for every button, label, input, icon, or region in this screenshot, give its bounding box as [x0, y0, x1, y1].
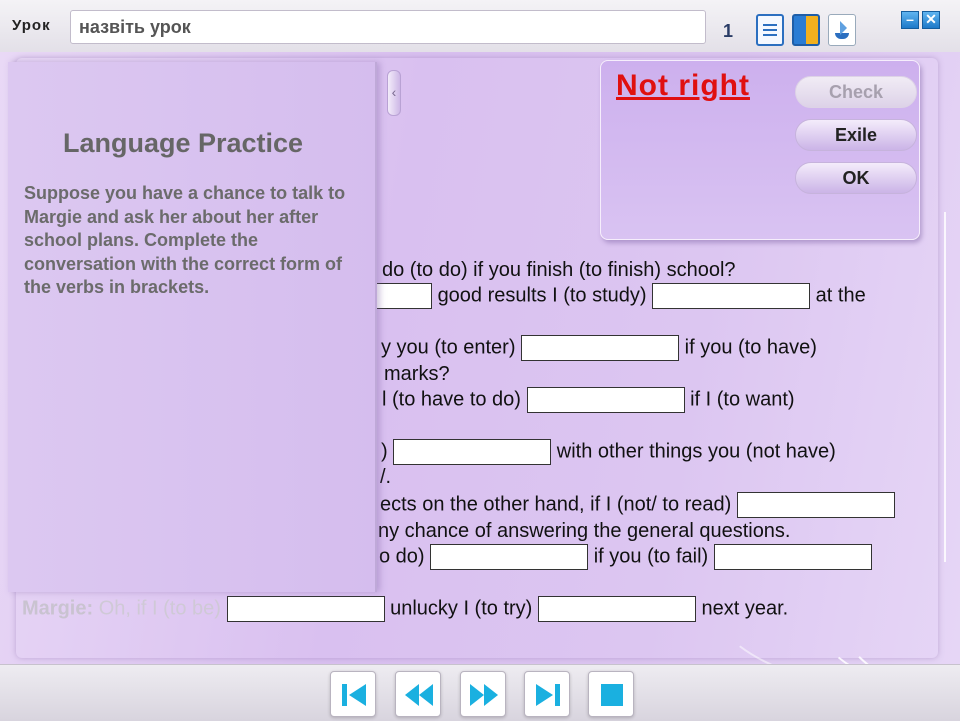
answer-blank[interactable] — [713, 544, 872, 570]
lesson-title-input[interactable] — [70, 10, 706, 44]
decorative-line — [944, 212, 946, 562]
exercise-text: y you (to enter) — [381, 336, 516, 359]
exercise-text: with other things you (not have) — [556, 440, 836, 463]
collapse-panel-handle[interactable]: ‹ — [387, 70, 401, 116]
previous-icon — [405, 684, 433, 706]
panel-title: Language Practice — [62, 128, 304, 158]
top-bar: Урок 1 – ✕ — [0, 0, 960, 53]
exercise-text: good results I (to study) — [437, 284, 647, 307]
info-panel: Language Practice Suppose you have a cha… — [8, 62, 377, 592]
page-number: 1 — [723, 21, 734, 41]
exercise-line: l (to have to do) if I (to want) — [382, 387, 795, 413]
check-panel: Not right Check Exile OK — [600, 60, 920, 240]
first-icon — [342, 684, 366, 706]
answer-blank[interactable] — [537, 596, 696, 622]
exercise-line: o do) if you (to fail) — [379, 544, 872, 570]
result-message: Not right — [616, 69, 750, 102]
exercise-text: marks? — [384, 363, 450, 385]
navigation-bar — [0, 664, 960, 721]
stop-button[interactable] — [588, 671, 634, 717]
answer-blank[interactable] — [393, 439, 552, 465]
previous-slide-button[interactable] — [395, 671, 441, 717]
exercise-text: if I (to want) — [690, 388, 795, 411]
next-icon — [470, 684, 498, 706]
exercise-text: Oh, if I (to be) — [98, 597, 221, 620]
ok-button[interactable]: OK — [795, 162, 917, 194]
answer-blank[interactable] — [430, 544, 589, 570]
exercise-text: ny chance of answering the general quest… — [378, 520, 791, 542]
document-icon[interactable] — [756, 14, 784, 46]
answer-blank[interactable] — [652, 283, 811, 309]
answer-blank[interactable] — [226, 596, 385, 622]
answer-blank[interactable] — [526, 387, 685, 413]
minimize-button[interactable]: – — [901, 11, 919, 29]
exile-button[interactable]: Exile — [795, 119, 917, 151]
exercise-line: /. — [380, 465, 391, 489]
first-slide-button[interactable] — [330, 671, 376, 717]
lesson-label: Урок — [12, 17, 51, 34]
exercise-text: o do) — [379, 545, 425, 568]
exercise-text: do (to do) if you finish (to finish) sch… — [382, 259, 736, 281]
exercise-line: marks? — [384, 362, 450, 386]
exercise-text: at the — [815, 284, 866, 307]
close-button[interactable]: ✕ — [922, 11, 940, 29]
exercise-line: ) with other things you (not have) — [381, 439, 836, 465]
exercise-text: if you (to fail) — [593, 545, 709, 568]
ship-icon[interactable] — [828, 14, 856, 46]
last-icon — [536, 684, 560, 706]
book-icon[interactable] — [792, 14, 820, 46]
exercise-line: ects on the other hand, if I (not/ to re… — [380, 492, 895, 518]
exercise-text: if you (to have) — [684, 336, 817, 359]
next-slide-button[interactable] — [460, 671, 506, 717]
exercise-text: l (to have to do) — [382, 388, 521, 411]
answer-blank[interactable] — [374, 283, 432, 309]
exercise-line: y you (to enter) if you (to have) — [381, 335, 817, 361]
answer-blank[interactable] — [521, 335, 680, 361]
exercise-line: ny chance of answering the general quest… — [378, 519, 791, 543]
exercise-text: ects on the other hand, if I (not/ to re… — [380, 493, 732, 516]
panel-instructions: Suppose you have a chance to talk to Mar… — [24, 183, 346, 298]
lesson-content: do (to do) if you finish (to finish) sch… — [0, 52, 960, 664]
exercise-text: /. — [380, 466, 392, 488]
speaker-label: Margie: — [22, 597, 94, 620]
exercise-line: good results I (to study) at the — [374, 283, 866, 309]
exercise-line: do (to do) if you finish (to finish) sch… — [382, 258, 736, 282]
last-slide-button[interactable] — [524, 671, 570, 717]
check-button[interactable]: Check — [795, 76, 917, 108]
exercise-text: next year. — [701, 597, 789, 620]
answer-blank[interactable] — [736, 492, 895, 518]
exercise-text: unlucky I (to try) — [390, 597, 533, 620]
exercise-line: Margie: Oh, if I (to be) unlucky I (to t… — [22, 596, 788, 622]
stop-icon — [601, 684, 623, 706]
exercise-text: ) — [381, 440, 388, 463]
